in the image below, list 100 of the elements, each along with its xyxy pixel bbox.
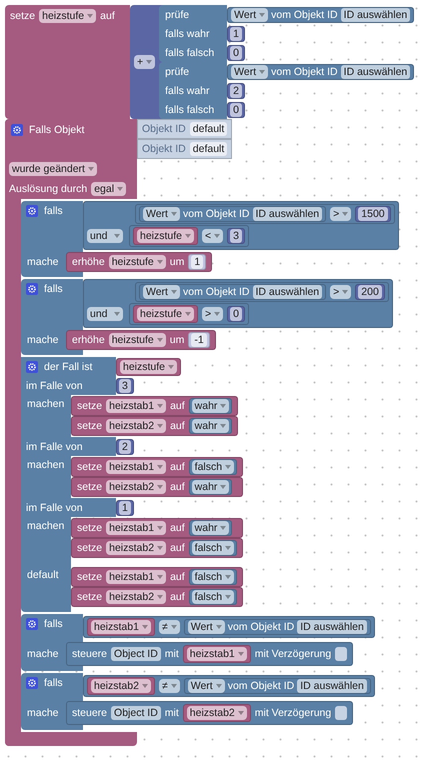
block-label: vom Objekt ID: [271, 8, 338, 20]
dropdown-arrow-icon: [216, 684, 222, 688]
dropdown-arrow-icon: [238, 652, 244, 656]
block-label: erhöhe: [72, 256, 105, 268]
number-field[interactable]: -1: [191, 333, 207, 347]
variable-dropdown[interactable]: heizstab1: [106, 521, 166, 535]
block-label: steuere: [72, 648, 108, 660]
dropdown-arrow-icon: [156, 338, 163, 342]
variable-dropdown[interactable]: heizstufe: [120, 360, 178, 374]
dropdown-arrow-icon: [117, 187, 124, 191]
boolean-dropdown[interactable]: wahr: [192, 480, 230, 494]
delay-checkbox[interactable]: [335, 647, 348, 661]
block-label: machen: [26, 519, 66, 532]
dropdown-arrow-icon: [87, 14, 94, 18]
variable-dropdown[interactable]: heizstab1: [186, 647, 247, 661]
gear-icon[interactable]: [11, 124, 23, 136]
number-field[interactable]: 2: [119, 440, 131, 454]
object-id-field[interactable]: ID auswählen: [297, 679, 367, 693]
block-label: setze: [77, 542, 102, 554]
operator-dropdown[interactable]: >: [202, 307, 224, 321]
value-dropdown[interactable]: Wert: [231, 64, 268, 78]
object-id-field[interactable]: default: [190, 142, 228, 156]
variable-dropdown[interactable]: heizstufe: [108, 333, 166, 347]
dropdown-arrow-icon: [220, 526, 226, 530]
block-label: setze: [77, 461, 102, 473]
block-label: Objekt ID: [142, 143, 186, 155]
number-field[interactable]: 2: [230, 84, 242, 98]
trigger-dropdown[interactable]: egal: [91, 182, 126, 196]
value-dropdown[interactable]: Wert: [231, 8, 268, 22]
gear-icon[interactable]: [26, 618, 38, 630]
dropdown-arrow-icon: [342, 212, 348, 216]
boolean-dropdown[interactable]: falsch: [192, 541, 234, 555]
variable-dropdown[interactable]: heizstab1: [106, 399, 166, 413]
object-id-field[interactable]: Object ID: [111, 706, 161, 720]
dropdown-arrow-icon: [142, 625, 148, 629]
variable-dropdown[interactable]: heizstufe: [137, 229, 194, 243]
number-field[interactable]: 200: [358, 285, 382, 299]
block-label: falls wahr: [164, 28, 210, 40]
operator-dropdown[interactable]: ≠: [158, 679, 180, 693]
operator-dropdown[interactable]: >: [330, 207, 352, 221]
object-id-field[interactable]: ID auswählen: [340, 8, 410, 22]
number-field[interactable]: 0: [230, 46, 242, 60]
number-field[interactable]: 0: [230, 102, 242, 116]
value-dropdown[interactable]: Wert: [188, 620, 225, 634]
variable-dropdown[interactable]: heizstab2: [106, 590, 166, 604]
number-field[interactable]: 3: [119, 378, 131, 392]
delay-checkbox[interactable]: [335, 706, 348, 720]
variable-dropdown[interactable]: heizstab2: [91, 679, 151, 693]
block-label: auf: [170, 571, 185, 583]
variable-dropdown[interactable]: heizstufe: [108, 255, 166, 269]
object-id-field[interactable]: default: [190, 122, 228, 136]
operator-dropdown[interactable]: +: [134, 55, 156, 69]
number-field[interactable]: 0: [230, 307, 242, 321]
conjunction-dropdown[interactable]: und: [87, 229, 123, 243]
value-dropdown[interactable]: Wert: [188, 679, 225, 693]
conjunction-dropdown[interactable]: und: [87, 307, 123, 321]
gear-icon[interactable]: [26, 283, 38, 295]
variable-dropdown[interactable]: heizstab1: [106, 460, 166, 474]
block-label: setze: [77, 481, 102, 493]
variable-dropdown[interactable]: heizstab2: [186, 706, 247, 720]
variable-dropdown[interactable]: heizstab1: [106, 570, 166, 584]
variable-dropdown[interactable]: heizstufe: [39, 9, 96, 23]
variable-dropdown[interactable]: heizstab2: [106, 419, 166, 433]
object-id-field[interactable]: ID auswählen: [252, 285, 322, 299]
gear-icon[interactable]: [26, 205, 38, 217]
event-dropdown[interactable]: wurde geändert: [9, 162, 97, 176]
block-label: machen: [26, 397, 66, 410]
block-label: mit: [164, 648, 179, 660]
number-field[interactable]: 1: [119, 500, 131, 514]
gear-icon[interactable]: [26, 360, 38, 372]
boolean-dropdown[interactable]: wahr: [192, 521, 230, 535]
variable-dropdown[interactable]: heizstab1: [91, 620, 151, 634]
variable-dropdown[interactable]: heizstab2: [106, 541, 166, 555]
value-dropdown[interactable]: Wert: [143, 207, 180, 221]
operator-dropdown[interactable]: <: [202, 229, 224, 243]
block-label: falls: [44, 205, 63, 217]
operator-dropdown[interactable]: >: [330, 285, 352, 299]
gear-icon[interactable]: [26, 677, 38, 689]
object-id-field[interactable]: ID auswählen: [297, 620, 367, 634]
number-field[interactable]: 3: [230, 229, 242, 243]
boolean-dropdown[interactable]: wahr: [192, 399, 230, 413]
number-field[interactable]: 1: [191, 255, 204, 269]
block-label: der Fall ist: [44, 360, 92, 372]
object-id-field[interactable]: ID auswählen: [252, 207, 322, 221]
number-field[interactable]: 1500: [358, 207, 388, 221]
value-dropdown[interactable]: Wert: [143, 285, 180, 299]
boolean-dropdown[interactable]: wahr: [192, 419, 230, 433]
block-label: falls: [44, 283, 63, 295]
boolean-dropdown[interactable]: falsch: [192, 570, 234, 584]
variable-dropdown[interactable]: heizstufe: [137, 307, 194, 321]
block-label: setze: [77, 400, 102, 412]
object-id-field[interactable]: Object ID: [111, 647, 161, 661]
variable-dropdown[interactable]: heizstab2: [106, 480, 166, 494]
dropdown-arrow-icon: [157, 465, 164, 469]
boolean-dropdown[interactable]: falsch: [192, 460, 234, 474]
block-label: auf: [100, 10, 115, 22]
number-field[interactable]: 1: [230, 26, 242, 40]
operator-dropdown[interactable]: ≠: [158, 620, 180, 634]
object-id-field[interactable]: ID auswählen: [340, 64, 410, 78]
boolean-dropdown[interactable]: falsch: [192, 590, 234, 604]
